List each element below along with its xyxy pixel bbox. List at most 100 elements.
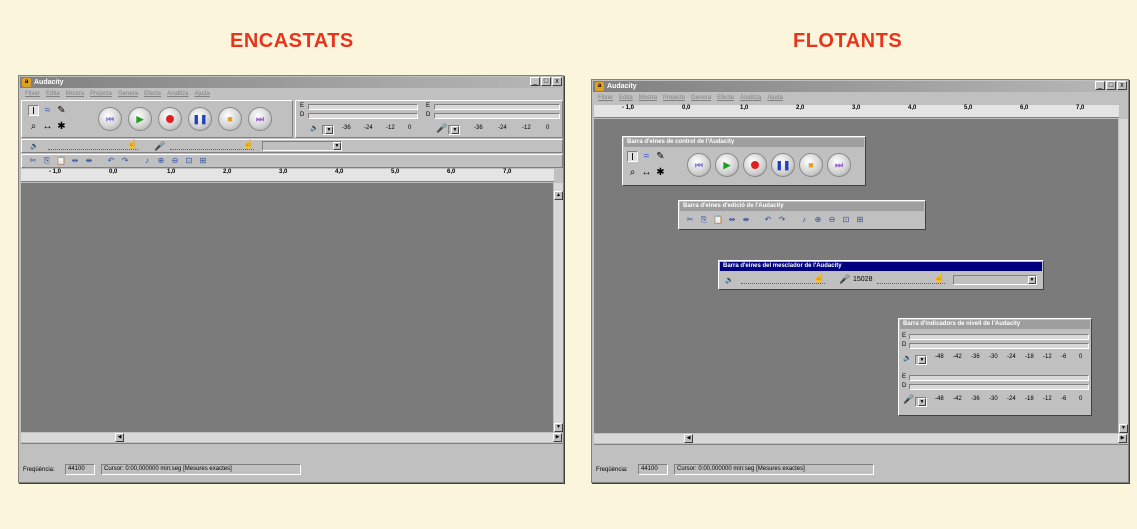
menu-file[interactable]: Fitxer (598, 93, 613, 103)
vertical-scrollbar[interactable]: ▲ ▼ (554, 183, 563, 432)
floating-toolbar-title[interactable]: Barra d'eines del mesclador de l'Audacit… (720, 262, 1042, 271)
undo-icon[interactable]: ↶ (106, 156, 116, 166)
record-button[interactable] (158, 107, 182, 131)
menu-project[interactable]: Projecte (663, 93, 685, 103)
silence-icon[interactable]: ⇼ (84, 156, 94, 166)
menu-edit[interactable]: Edita (619, 93, 633, 103)
redo-icon[interactable]: ↷ (777, 215, 787, 225)
record-meter-menu[interactable]: ▼ (915, 397, 927, 407)
playback-meter-menu[interactable]: ▼ (915, 355, 927, 365)
output-volume-slider[interactable]: ☝ (48, 139, 138, 150)
scroll-right-icon[interactable]: ▶ (553, 433, 562, 442)
floating-meter-toolbar[interactable]: Barra d'indicadors de nivell de l'Audaci… (898, 318, 1092, 416)
menu-project[interactable]: Projecte (90, 89, 112, 99)
zoom-tool-icon[interactable]: ⌕ (28, 121, 39, 132)
floating-toolbar-title[interactable]: Barra d'indicadors de nivell de l'Audaci… (900, 320, 1090, 329)
multi-tool-icon[interactable]: ✱ (56, 121, 67, 132)
input-volume-slider[interactable]: ☝ (877, 273, 945, 284)
record-button[interactable] (743, 153, 767, 177)
zoom-out-icon[interactable]: ⊖ (827, 215, 837, 225)
fit-selection-icon[interactable]: ⊡ (841, 215, 851, 225)
selection-tool-icon[interactable]: I (28, 105, 39, 117)
sync-lock-icon[interactable]: ♪ (799, 215, 809, 225)
zoom-in-icon[interactable]: ⊕ (813, 215, 823, 225)
playback-meter-menu[interactable]: ▼ (322, 125, 334, 135)
minimize-button[interactable]: _ (530, 77, 540, 86)
stop-button[interactable]: ■ (799, 153, 823, 177)
cut-icon[interactable]: ✂ (685, 215, 695, 225)
input-source-select[interactable]: ▼ (953, 275, 1037, 285)
menu-help[interactable]: Ajuda (194, 89, 209, 99)
play-button[interactable]: ▶ (715, 153, 739, 177)
zoom-out-icon[interactable]: ⊖ (170, 156, 180, 166)
copy-icon[interactable]: ⎘ (699, 215, 709, 225)
menu-file[interactable]: Fitxer (25, 89, 40, 99)
sync-lock-icon[interactable]: ♪ (142, 156, 152, 166)
zoom-tool-icon[interactable]: ⌕ (627, 167, 638, 178)
menu-view[interactable]: Mostra (66, 89, 84, 99)
fit-project-icon[interactable]: ⊞ (198, 156, 208, 166)
menu-generate[interactable]: Genera (118, 89, 138, 99)
timeline-ruler[interactable]: - 1,0 0,0 1,0 2,0 3,0 4,0 5,0 6,0 7,0 (594, 105, 1119, 118)
frequency-field[interactable]: 44100 (638, 464, 668, 475)
skip-end-button[interactable]: ⏭ (827, 153, 851, 177)
frequency-field[interactable]: 44100 (65, 464, 95, 475)
menu-edit[interactable]: Edita (46, 89, 60, 99)
track-panel[interactable] (21, 183, 553, 432)
menu-analyze[interactable]: Analitza (740, 93, 761, 103)
vertical-scrollbar[interactable]: ▼ (1119, 119, 1128, 433)
scroll-left-icon[interactable]: ◀ (115, 433, 124, 442)
paste-icon[interactable]: 📋 (56, 156, 66, 166)
undo-icon[interactable]: ↶ (763, 215, 773, 225)
menu-effect[interactable]: Efecte (717, 93, 734, 103)
cut-icon[interactable]: ✂ (28, 156, 38, 166)
timeshift-tool-icon[interactable]: ↔ (641, 167, 652, 178)
floating-mixer-toolbar[interactable]: Barra d'eines del mesclador de l'Audacit… (718, 260, 1044, 290)
trim-icon[interactable]: ⇹ (727, 215, 737, 225)
floating-toolbar-title[interactable]: Barra d'eines d'edició de l'Audacity (680, 202, 924, 211)
menu-help[interactable]: Ajuda (767, 93, 782, 103)
draw-tool-icon[interactable]: ✎ (56, 105, 67, 116)
skip-start-button[interactable]: ⏮ (687, 153, 711, 177)
envelope-tool-icon[interactable]: ≈ (42, 105, 53, 116)
floating-control-toolbar[interactable]: Barra d'eines de control de l'Audacity I… (622, 136, 866, 186)
close-button[interactable]: x (552, 77, 562, 86)
selection-tool-icon[interactable]: I (627, 151, 638, 163)
pause-button[interactable]: ❚❚ (771, 153, 795, 177)
fit-selection-icon[interactable]: ⊡ (184, 156, 194, 166)
fit-project-icon[interactable]: ⊞ (855, 215, 865, 225)
maximize-button[interactable]: □ (1106, 81, 1116, 90)
menu-generate[interactable]: Genera (691, 93, 711, 103)
input-volume-slider[interactable]: ☝ (170, 139, 254, 150)
skip-end-button[interactable]: ⏭ (248, 107, 272, 131)
menu-analyze[interactable]: Analitza (167, 89, 188, 99)
scroll-down-icon[interactable]: ▼ (1119, 424, 1128, 433)
scroll-left-icon[interactable]: ◀ (684, 434, 693, 443)
pause-button[interactable]: ❚❚ (188, 107, 212, 131)
redo-icon[interactable]: ↷ (120, 156, 130, 166)
floating-edit-toolbar[interactable]: Barra d'eines d'edició de l'Audacity ✂ ⎘… (678, 200, 926, 230)
paste-icon[interactable]: 📋 (713, 215, 723, 225)
close-button[interactable]: x (1117, 81, 1127, 90)
scroll-up-icon[interactable]: ▲ (554, 191, 563, 200)
draw-tool-icon[interactable]: ✎ (655, 151, 666, 162)
maximize-button[interactable]: □ (541, 77, 551, 86)
scroll-down-icon[interactable]: ▼ (554, 423, 563, 432)
play-button[interactable]: ▶ (128, 107, 152, 131)
copy-icon[interactable]: ⎘ (42, 156, 52, 166)
envelope-tool-icon[interactable]: ≈ (641, 151, 652, 162)
timeline-ruler[interactable]: - 1,0 0,0 1,0 2,0 3,0 4,0 5,0 6,0 7,0 (21, 169, 554, 182)
output-volume-slider[interactable]: ☝ (741, 273, 825, 284)
silence-icon[interactable]: ⇼ (741, 215, 751, 225)
horizontal-scrollbar[interactable]: ◀ ▶ (594, 434, 1127, 443)
trim-icon[interactable]: ⇹ (70, 156, 80, 166)
minimize-button[interactable]: _ (1095, 81, 1105, 90)
record-meter-menu[interactable]: ▼ (448, 125, 460, 135)
timeshift-tool-icon[interactable]: ↔ (42, 121, 53, 132)
multi-tool-icon[interactable]: ✱ (655, 167, 666, 178)
floating-toolbar-title[interactable]: Barra d'eines de control de l'Audacity (624, 138, 864, 147)
zoom-in-icon[interactable]: ⊕ (156, 156, 166, 166)
horizontal-scrollbar[interactable]: ◀ ▶ (21, 433, 562, 442)
stop-button[interactable]: ■ (218, 107, 242, 131)
skip-start-button[interactable]: ⏮ (98, 107, 122, 131)
